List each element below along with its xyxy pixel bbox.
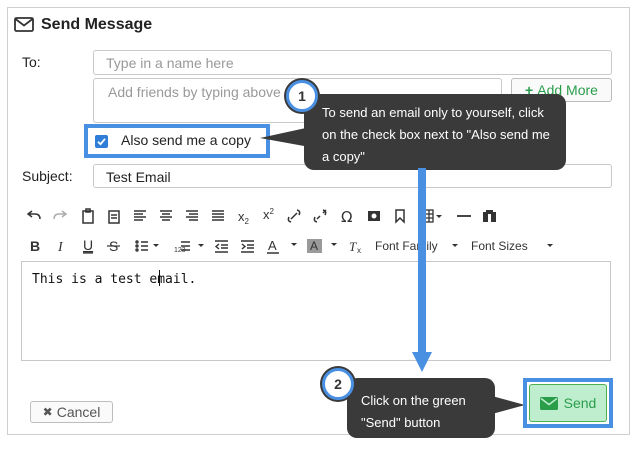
paste-icon [82,208,94,224]
send-label: Send [563,395,597,411]
underline-icon: U [83,237,93,253]
editor-toolbar-row-1: x2 x2 Ω [26,207,496,226]
bookmark-icon [395,209,405,224]
arrow-down-icon [412,168,432,372]
redo-icon [53,210,68,220]
paste-text-icon [108,210,120,224]
svg-text:x: x [357,246,361,255]
send-button[interactable]: Send [529,384,607,422]
subject-label: Subject: [22,168,73,184]
callout-1-text: To send an email only to yourself, click… [322,105,550,164]
envelope-icon [539,396,558,410]
subscript-icon: x2 [238,209,250,226]
to-input[interactable]: Type in a name here [93,50,612,75]
callout-2-badge: 2 [322,368,354,400]
close-icon: ✖ [42,405,53,419]
callout-1-badge: 1 [286,80,318,112]
align-center-icon [160,210,172,221]
bold-icon: B [30,238,40,254]
copy-checkbox[interactable] [95,135,108,148]
envelope-icon [14,17,34,32]
message-body-text: This is a test email. [32,272,197,287]
copy-label: Also send me a copy [121,132,251,148]
check-icon [97,138,106,146]
text-color-icon: A [268,238,277,253]
text-cursor [159,270,160,286]
bullet-list-icon [135,240,148,252]
undo-icon [26,210,41,220]
callout-1: To send an email only to yourself, click… [304,94,566,170]
find-icon [483,210,496,222]
font-family-dropdown-icon [452,244,458,247]
svg-text:A: A [310,239,318,253]
justify-icon [212,210,224,221]
align-left-icon [134,210,146,221]
outdent-icon [214,240,228,253]
italic-icon: I [57,240,64,255]
align-right-icon [186,210,198,221]
cancel-button[interactable]: ✖ Cancel [30,401,113,423]
indent-icon [241,240,254,253]
font-sizes-dropdown-icon [547,244,553,247]
callout-2-pointer [492,396,525,414]
message-editor[interactable]: This is a test email. [21,261,611,361]
dialog-title-text: Send Message [41,16,153,33]
to-label: To: [22,54,41,70]
svg-text:123: 123 [174,247,186,254]
table-dropdown-icon [436,215,442,218]
callout-2: Click on the green "Send" button [347,378,495,438]
cancel-label: Cancel [56,404,101,420]
clear-format-icon: T [349,239,357,254]
image-icon [368,211,380,221]
font-sizes-select[interactable]: Font Sizes [471,239,528,253]
callout-2-text: Click on the green "Send" button [361,393,466,430]
link-icon [287,209,301,223]
unlink-icon [313,209,327,223]
special-char-icon: Ω [341,208,352,226]
superscript-icon: x2 [263,207,275,222]
